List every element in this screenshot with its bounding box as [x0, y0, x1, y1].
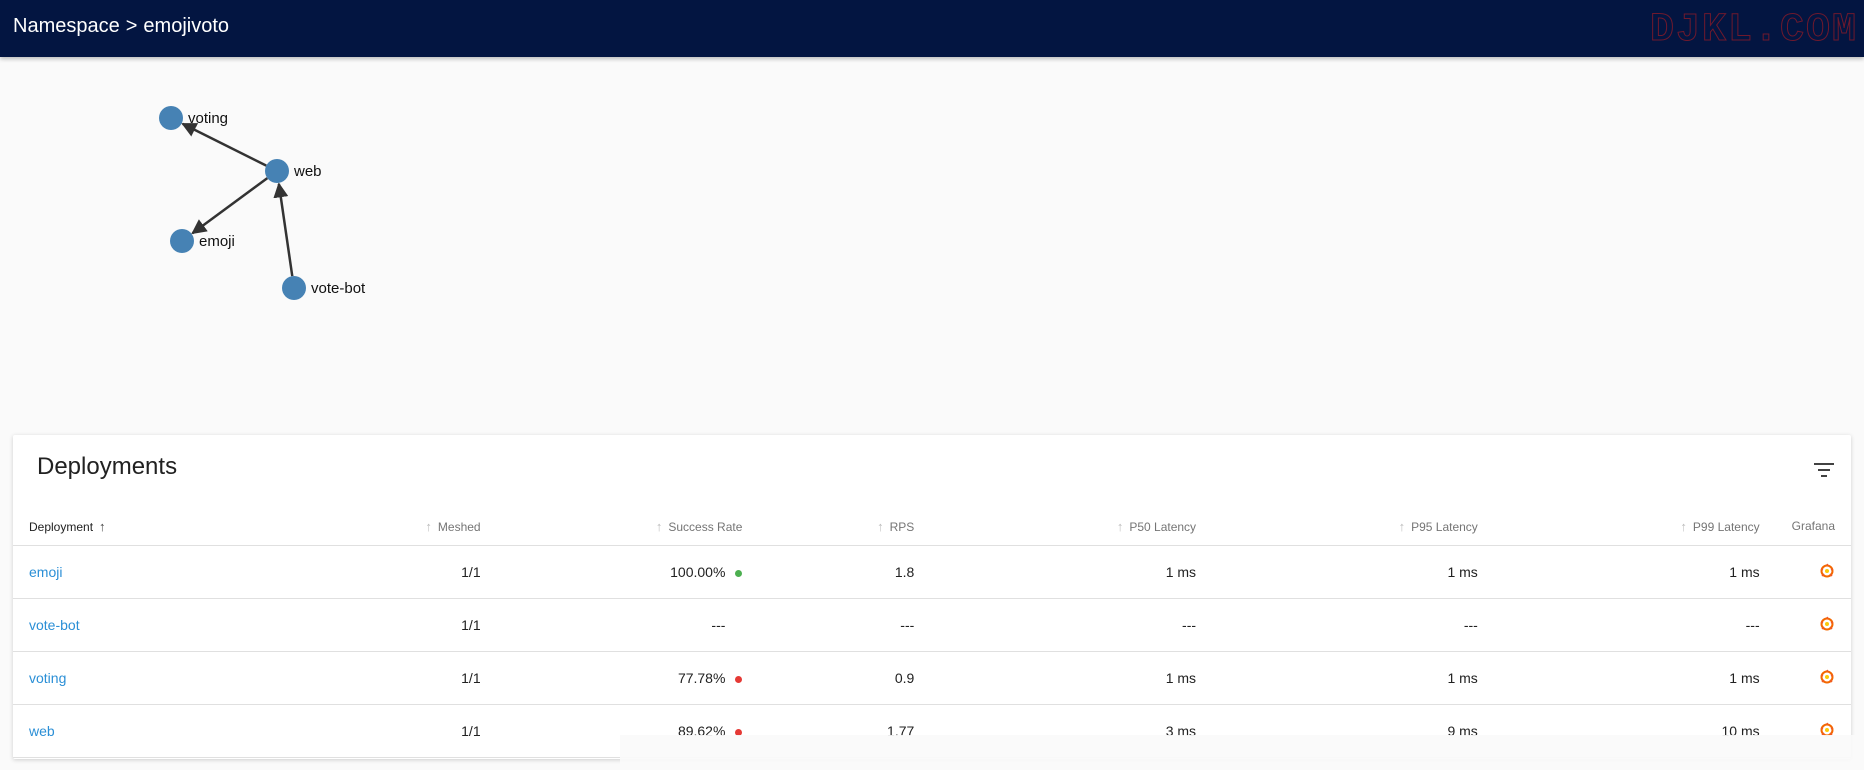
graph-edges — [181, 122, 294, 277]
deployments-table-body: emoji 1/1 100.00% 1.8 1 ms 1 ms 1 ms vote-bot 1/… — [13, 545, 1851, 758]
column-label: Grafana — [1791, 519, 1835, 533]
breadcrumb-separator: > — [125, 15, 138, 37]
grafana-icon[interactable] — [1819, 616, 1835, 632]
sort-arrow-icon: ↑ — [877, 518, 884, 534]
column-label: P99 Latency — [1692, 519, 1760, 534]
cell-grafana — [1775, 545, 1851, 599]
column-header-grafana: Grafana — [1775, 507, 1851, 546]
sort-arrow-icon: ↑ — [1398, 518, 1406, 534]
cell-deployment: emoji — [13, 545, 305, 599]
table-header-row: Deployment ↑ ↑ Meshed ↑ Success Rate ↑ RPS ↑… — [13, 507, 1851, 546]
column-header-rps[interactable]: ↑ RPS — [758, 507, 931, 546]
status-dot — [735, 675, 743, 683]
column-header-meshed[interactable]: ↑ Meshed — [304, 507, 497, 546]
grafana-icon[interactable] — [1819, 669, 1835, 685]
column-header-deployment[interactable]: Deployment ↑ — [13, 507, 305, 546]
top-app-bar: Namespace > emojivoto DJKL.COM — [0, 0, 1864, 57]
column-header-p50-latency[interactable]: ↑ P50 Latency — [930, 507, 1213, 546]
cell-meshed: 1/1 — [304, 704, 497, 758]
cell-p95-latency: 1 ms — [1212, 545, 1494, 599]
sort-arrow-icon: ↑ — [1680, 518, 1687, 534]
deployments-table: Deployment ↑ ↑ Meshed ↑ Success Rate ↑ RPS ↑… — [13, 507, 1851, 758]
sort-arrow-icon: ↑ — [655, 518, 663, 534]
graph-nodes: voting web emoji vote-bot — [159, 106, 366, 300]
deployment-link[interactable]: voting — [29, 670, 66, 686]
graph-node-circle[interactable] — [159, 106, 183, 130]
cell-grafana — [1775, 598, 1851, 652]
success-rate-value: --- — [711, 617, 726, 633]
column-label: Meshed — [437, 519, 481, 534]
column-header-success-rate[interactable]: ↑ Success Rate — [496, 507, 759, 546]
cell-p50-latency: --- — [930, 598, 1213, 652]
breadcrumb-namespace-link[interactable]: Namespace — [13, 15, 120, 37]
cell-deployment: vote-bot — [13, 598, 305, 652]
status-dot-empty — [735, 623, 742, 630]
success-rate-value: 100.00% — [670, 564, 726, 580]
graph-node-web[interactable]: web — [265, 159, 322, 183]
cell-p50-latency: 1 ms — [930, 545, 1213, 599]
column-label: Success Rate — [668, 519, 743, 534]
graph-node-label: voting — [188, 110, 228, 127]
page-overlay-strip — [620, 735, 1864, 770]
cell-p50-latency: 1 ms — [930, 651, 1213, 705]
success-rate-value: 77.78% — [677, 670, 726, 686]
cell-success-rate: --- — [496, 598, 759, 652]
graph-edge-web-to-voting — [181, 122, 267, 167]
graph-node-label: vote-bot — [311, 280, 366, 297]
table-row: vote-bot 1/1 --- --- --- --- --- — [13, 598, 1851, 652]
cell-meshed: 1/1 — [304, 545, 497, 599]
cell-meshed: 1/1 — [304, 651, 497, 705]
cell-p95-latency: --- — [1212, 598, 1494, 652]
graph-node-label: emoji — [199, 233, 235, 250]
watermark-logo: DJKL.COM — [1649, 8, 1858, 54]
cell-p99-latency: --- — [1493, 598, 1776, 652]
column-label: RPS — [889, 519, 915, 534]
deployment-link[interactable]: vote-bot — [29, 617, 80, 633]
namespace-topology-graph: voting web emoji vote-bot — [159, 106, 366, 300]
column-header-p99-latency[interactable]: ↑ P99 Latency — [1493, 507, 1776, 546]
grafana-icon[interactable] — [1819, 563, 1835, 579]
cell-deployment: voting — [13, 651, 305, 705]
graph-node-emoji[interactable]: emoji — [170, 229, 235, 253]
status-dot — [735, 569, 743, 577]
sort-arrow-icon: ↑ — [1116, 518, 1124, 534]
column-header-p95-latency[interactable]: ↑ P95 Latency — [1212, 507, 1494, 546]
cell-success-rate: 77.78% — [496, 651, 759, 705]
cell-p99-latency: 1 ms — [1493, 651, 1776, 705]
filter-list-icon — [1814, 463, 1834, 477]
deployment-link[interactable]: emoji — [29, 564, 62, 580]
graph-node-circle[interactable] — [265, 159, 289, 183]
cell-success-rate: 100.00% — [496, 545, 759, 599]
deployment-link[interactable]: web — [29, 723, 55, 739]
graph-node-circle[interactable] — [282, 276, 306, 300]
cell-rps: 1.8 — [758, 545, 931, 599]
column-label: P95 Latency — [1411, 519, 1478, 534]
column-label: P50 Latency — [1129, 519, 1197, 534]
table-row: emoji 1/1 100.00% 1.8 1 ms 1 ms 1 ms — [13, 545, 1851, 599]
cell-rps: 0.9 — [758, 651, 931, 705]
graph-edge-web-to-emoji — [191, 177, 269, 235]
cell-p95-latency: 1 ms — [1212, 651, 1494, 705]
breadcrumb: Namespace > emojivoto — [13, 14, 229, 38]
graph-edge-vote-bot-to-web — [273, 182, 294, 277]
graph-node-circle[interactable] — [170, 229, 194, 253]
graph-node-voting[interactable]: voting — [159, 106, 228, 130]
cell-p99-latency: 1 ms — [1493, 545, 1776, 599]
cell-grafana — [1775, 651, 1851, 705]
sort-arrow-icon: ↑ — [425, 518, 432, 534]
deployments-card: Deployments Deployment ↑ ↑ Meshed ↑ Success… — [13, 435, 1851, 759]
cell-meshed: 1/1 — [304, 598, 497, 652]
column-label: Deployment — [29, 519, 94, 534]
cell-deployment: web — [13, 704, 305, 758]
graph-node-vote-bot[interactable]: vote-bot — [282, 276, 366, 300]
breadcrumb-current-namespace: emojivoto — [143, 15, 230, 37]
sort-arrow-icon: ↑ — [99, 518, 106, 534]
graph-node-label: web — [293, 163, 322, 180]
cell-rps: --- — [758, 598, 931, 652]
filter-button[interactable] — [1809, 455, 1839, 485]
table-row: voting 1/1 77.78% 0.9 1 ms 1 ms 1 ms — [13, 651, 1851, 705]
deployments-title: Deployments — [37, 453, 178, 480]
